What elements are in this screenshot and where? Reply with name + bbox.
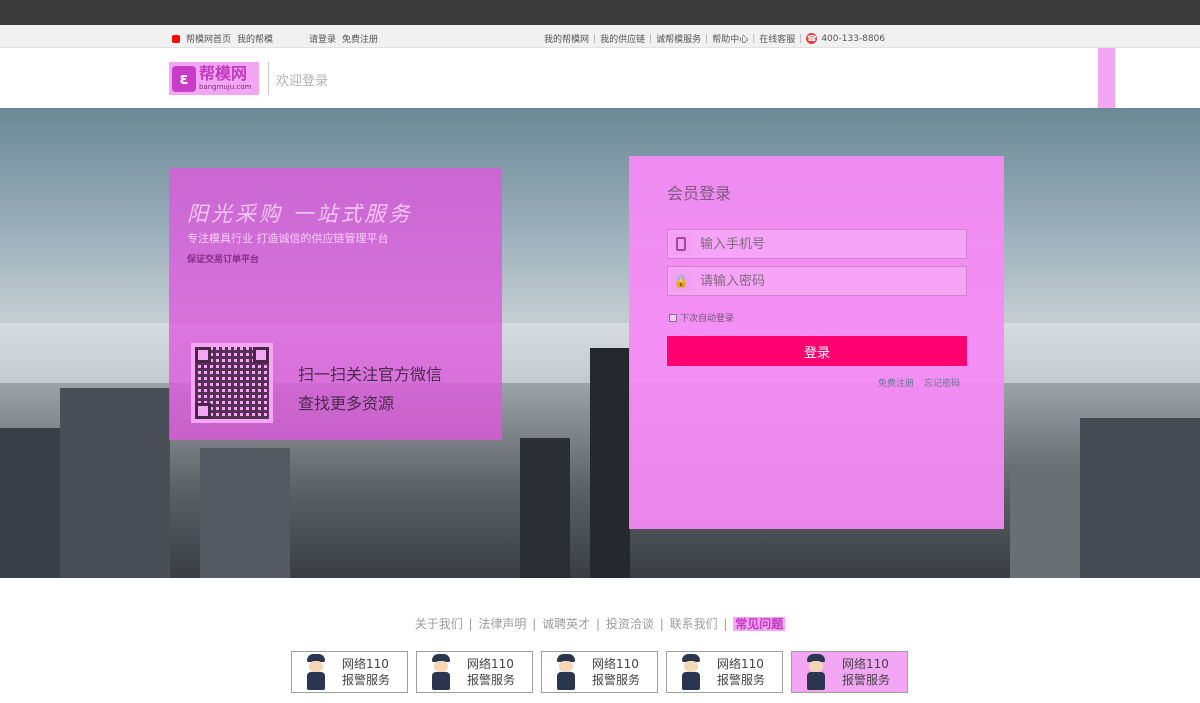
top-dark-strip — [0, 0, 1200, 25]
forgot-password-link[interactable]: 忘记密码 — [924, 376, 960, 389]
building — [590, 348, 630, 578]
lock-icon: 🔒 — [670, 270, 692, 292]
police-icon — [804, 654, 828, 690]
separator: | — [649, 33, 653, 44]
login-links: 免费注册 忘记密码 — [878, 376, 960, 389]
phone-field[interactable] — [667, 229, 967, 259]
police-badge[interactable]: 网络110 报警服务 — [291, 651, 408, 693]
footer-link-faq[interactable]: 常见问题 — [733, 617, 786, 631]
building — [60, 388, 170, 578]
site-header: ε 帮模网 bangmuju.com 欢迎登录 — [0, 48, 1200, 108]
phone-input[interactable] — [700, 236, 940, 252]
separator: | — [752, 33, 756, 44]
top-link-my-bangmu[interactable]: 我的帮模 — [237, 32, 273, 45]
qr-caption: 扫一扫关注官方微信 查找更多资源 — [298, 360, 442, 418]
separator: | — [532, 617, 537, 631]
top-nav-right: 我的帮模网 | 我的供应链 | 诚帮模服务 | 帮助中心 | 在线客服 | ☎ … — [544, 32, 885, 45]
badge-text: 网络110 报警服务 — [342, 657, 391, 687]
police-icon — [304, 654, 328, 690]
building — [1080, 418, 1200, 578]
logo-name-cn: 帮模网 — [199, 64, 248, 83]
badge-text: 网络110 报警服务 — [842, 657, 891, 687]
separator: | — [705, 33, 709, 44]
remember-checkbox[interactable] — [669, 313, 677, 322]
footer-link-contact[interactable]: 联系我们 — [670, 617, 718, 631]
footer-link-about[interactable]: 关于我们 — [415, 617, 463, 631]
police-icon — [554, 654, 578, 690]
police-badge[interactable]: 网络110 报警服务 — [666, 651, 783, 693]
wechat-qr-code — [191, 343, 273, 423]
police-badge[interactable]: 网络110 报警服务 — [416, 651, 533, 693]
top-link-services[interactable]: 诚帮模服务 — [656, 32, 701, 45]
footer-links: 关于我们 | 法律声明 | 诚聘英才 | 投资洽谈 | 联系我们 | 常见问题 — [0, 615, 1200, 632]
separator: | — [468, 617, 473, 631]
footer-link-careers[interactable]: 诚聘英才 — [542, 617, 590, 631]
building — [200, 448, 290, 578]
police-icon — [429, 654, 453, 690]
logo-name-en: bangmuju.com — [199, 83, 252, 91]
top-link-supply-chain[interactable]: 我的供应链 — [600, 32, 645, 45]
badge-text: 网络110 报警服务 — [592, 657, 641, 687]
phone-icon: ☎ — [806, 33, 818, 44]
qr-corner — [195, 347, 211, 363]
police-badge[interactable]: 网络110 报警服务 — [541, 651, 658, 693]
promo-panel: 阳光采购 一站式服务 专注模具行业 打造诚信的供应链管理平台 保证交易订单平台 … — [169, 168, 502, 440]
login-button[interactable]: 登录 — [667, 336, 967, 366]
promo-subtitle: 专注模具行业 打造诚信的供应链管理平台 — [187, 232, 389, 245]
top-link-register[interactable]: 免费注册 — [342, 32, 378, 45]
building — [520, 438, 570, 578]
qr-caption-line1: 扫一扫关注官方微信 — [298, 365, 443, 384]
hotline-number: 400-133-8806 — [821, 33, 886, 44]
building — [1010, 468, 1090, 578]
top-nav-left: 帮模网首页 我的帮模 请登录 免费注册 — [172, 32, 378, 45]
badge-text: 网络110 报警服务 — [717, 657, 766, 687]
police-icon — [679, 654, 703, 690]
page-title: 欢迎登录 — [276, 74, 329, 89]
login-title: 会员登录 — [667, 184, 732, 203]
qr-corner — [195, 403, 211, 419]
home-icon — [172, 34, 180, 43]
remember-label: 下次自动登录 — [680, 314, 735, 324]
top-link-login[interactable]: 请登录 — [309, 32, 336, 45]
top-link-my-site[interactable]: 我的帮模网 — [544, 32, 589, 45]
promo-tagline: 保证交易订单平台 — [187, 255, 260, 265]
separator: | — [723, 617, 728, 631]
separator: | — [799, 33, 803, 44]
qr-caption-line2: 查找更多资源 — [298, 394, 395, 413]
register-link[interactable]: 免费注册 — [878, 376, 914, 389]
qr-pattern — [195, 347, 269, 419]
top-link-help[interactable]: 帮助中心 — [712, 32, 748, 45]
remember-me[interactable]: 下次自动登录 — [669, 311, 734, 324]
phone-icon — [670, 233, 692, 255]
site-logo[interactable]: ε 帮模网 bangmuju.com — [169, 62, 259, 95]
top-nav-bar: 帮模网首页 我的帮模 请登录 免费注册 我的帮模网 | 我的供应链 | 诚帮模服… — [0, 25, 1200, 48]
password-input[interactable] — [700, 273, 940, 289]
police-badges: 网络110 报警服务 网络110 报警服务 网络110 报警服务 网络110 报警服务 … — [291, 651, 908, 693]
password-field[interactable]: 🔒 — [667, 266, 967, 296]
top-link-online-service[interactable]: 在线客服 — [759, 32, 795, 45]
promo-title: 阳光采购 一站式服务 — [187, 202, 413, 226]
logo-mark-icon: ε — [172, 65, 196, 92]
top-link-home[interactable]: 帮模网首页 — [186, 32, 231, 45]
separator: | — [593, 33, 597, 44]
header-divider — [268, 62, 269, 95]
separator: | — [595, 617, 601, 631]
police-badge[interactable]: 网络110 报警服务 — [791, 651, 908, 693]
separator: | — [659, 617, 664, 631]
footer-link-invest[interactable]: 投资洽谈 — [606, 617, 654, 631]
qr-corner — [253, 347, 269, 363]
logo-text: 帮模网 bangmuju.com — [199, 66, 251, 91]
badge-text: 网络110 报警服务 — [467, 657, 516, 687]
footer-link-legal[interactable]: 法律声明 — [478, 617, 526, 631]
header-decoration — [1098, 48, 1115, 108]
login-panel: 会员登录 🔒 下次自动登录 登录 免费注册 忘记密码 — [629, 156, 1004, 529]
